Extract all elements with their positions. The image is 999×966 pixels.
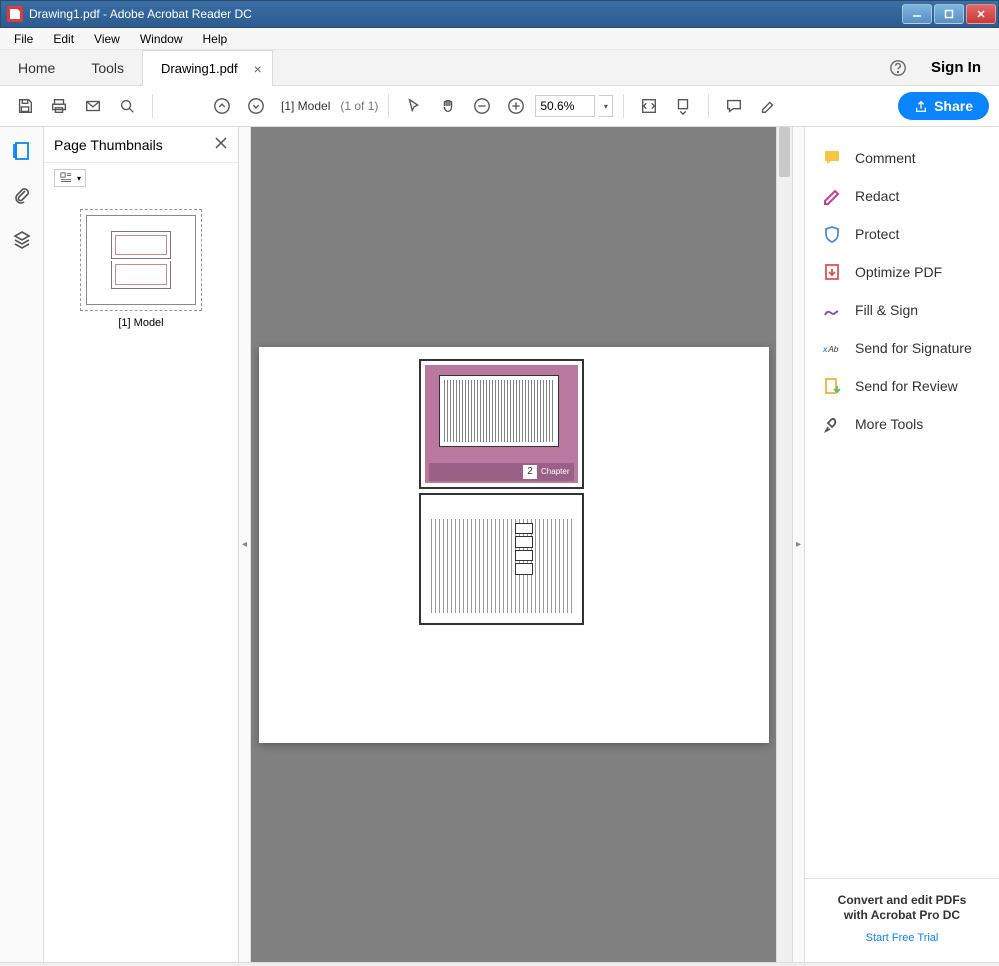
zoom-dropdown[interactable]: ▾ xyxy=(599,95,613,117)
optimize-icon xyxy=(823,263,841,281)
document-tab[interactable]: Drawing1.pdf × xyxy=(142,50,273,86)
start-free-trial-link[interactable]: Start Free Trial xyxy=(817,932,987,944)
hand-tool-button[interactable] xyxy=(433,91,463,121)
layers-rail-button[interactable] xyxy=(10,227,34,251)
print-button[interactable] xyxy=(44,91,74,121)
viewport[interactable]: 2 Chapter xyxy=(251,127,776,962)
zoom-input[interactable] xyxy=(535,95,595,117)
fit-width-button[interactable] xyxy=(634,91,664,121)
comment-icon xyxy=(823,149,841,167)
window-titlebar: Drawing1.pdf - Adobe Acrobat Reader DC xyxy=(0,0,999,28)
highlight-button[interactable] xyxy=(753,91,783,121)
svg-text:Ab: Ab xyxy=(827,345,838,354)
sign-in-button[interactable]: Sign In xyxy=(913,50,999,85)
window-close-button[interactable] xyxy=(966,4,996,24)
fit-page-button[interactable] xyxy=(668,91,698,121)
zoom-out-button[interactable] xyxy=(467,91,497,121)
right-tools-panel: Comment Redact Protect Optimize PDF Fill… xyxy=(804,127,999,962)
tool-protect[interactable]: Protect xyxy=(805,215,999,253)
page-up-button[interactable] xyxy=(207,91,237,121)
page-label: [1] Model xyxy=(275,99,336,113)
page-thumbnail[interactable] xyxy=(80,209,202,311)
page-down-button[interactable] xyxy=(241,91,271,121)
menu-file[interactable]: File xyxy=(4,30,43,48)
tab-row: Home Tools Drawing1.pdf × Sign In xyxy=(0,50,999,86)
help-button[interactable] xyxy=(883,50,913,85)
zoom-in-button[interactable] xyxy=(501,91,531,121)
thumbnails-panel: Page Thumbnails ▾ [1] Model xyxy=(44,127,239,962)
search-button[interactable] xyxy=(112,91,142,121)
vertical-scrollbar[interactable] xyxy=(776,127,792,962)
tool-fill-sign[interactable]: Fill & Sign xyxy=(805,291,999,329)
toolbar: [1] Model (1 of 1) ▾ Share xyxy=(0,86,999,127)
tab-home[interactable]: Home xyxy=(0,50,73,85)
collapse-right-handle[interactable]: ▸ xyxy=(792,127,804,962)
menubar: File Edit View Window Help xyxy=(0,28,999,50)
window-maximize-button[interactable] xyxy=(934,4,964,24)
protect-icon xyxy=(823,225,841,243)
fill-sign-icon xyxy=(823,301,841,319)
page-canvas: 2 Chapter xyxy=(259,347,769,743)
tools-list: Comment Redact Protect Optimize PDF Fill… xyxy=(805,127,999,878)
tool-comment[interactable]: Comment xyxy=(805,139,999,177)
save-button[interactable] xyxy=(10,91,40,121)
document-tab-label: Drawing1.pdf xyxy=(161,61,238,76)
email-button[interactable] xyxy=(78,91,108,121)
scrollbar-thumb[interactable] xyxy=(779,127,790,177)
left-rail xyxy=(0,127,44,962)
send-review-icon xyxy=(823,377,841,395)
menu-view[interactable]: View xyxy=(84,30,130,48)
tool-send-signature[interactable]: xAb Send for Signature xyxy=(805,329,999,367)
redact-icon xyxy=(823,187,841,205)
window-title: Drawing1.pdf - Adobe Acrobat Reader DC xyxy=(29,7,902,21)
chapter-label: Chapter xyxy=(541,467,569,476)
app-icon xyxy=(7,6,23,22)
thumbnail-label: [1] Model xyxy=(118,317,163,329)
select-tool-button[interactable] xyxy=(399,91,429,121)
window-minimize-button[interactable] xyxy=(902,4,932,24)
share-button[interactable]: Share xyxy=(898,92,989,120)
tool-send-review[interactable]: Send for Review xyxy=(805,367,999,405)
chapter-number: 2 xyxy=(523,465,537,479)
share-button-label: Share xyxy=(934,98,973,114)
document-viewer: 2 Chapter xyxy=(251,127,792,962)
thumbnails-panel-title: Page Thumbnails xyxy=(54,137,163,153)
tab-tools[interactable]: Tools xyxy=(73,50,142,85)
more-tools-icon xyxy=(823,415,841,433)
collapse-left-handle[interactable]: ◂ xyxy=(239,127,251,962)
menu-edit[interactable]: Edit xyxy=(43,30,84,48)
promo-line2: with Acrobat Pro DC xyxy=(844,908,960,922)
tool-optimize[interactable]: Optimize PDF xyxy=(805,253,999,291)
thumbnails-panel-close-icon[interactable] xyxy=(214,136,228,153)
annotate-button[interactable] xyxy=(719,91,749,121)
promo-line1: Convert and edit PDFs xyxy=(838,893,967,907)
thumbnails-rail-button[interactable] xyxy=(10,139,34,163)
footer-rule xyxy=(0,962,999,966)
menu-window[interactable]: Window xyxy=(130,30,193,48)
thumbnails-options-button[interactable]: ▾ xyxy=(54,169,86,187)
page-count: (1 of 1) xyxy=(340,99,378,113)
thumbnail-preview xyxy=(86,215,196,305)
menu-help[interactable]: Help xyxy=(193,30,238,48)
promo-panel: Convert and edit PDFs with Acrobat Pro D… xyxy=(805,878,999,962)
attachments-rail-button[interactable] xyxy=(10,183,34,207)
document-tab-close-icon[interactable]: × xyxy=(254,61,262,77)
send-signature-icon: xAb xyxy=(823,339,841,357)
svg-text:x: x xyxy=(823,345,828,354)
tool-more[interactable]: More Tools xyxy=(805,405,999,443)
tool-redact[interactable]: Redact xyxy=(805,177,999,215)
